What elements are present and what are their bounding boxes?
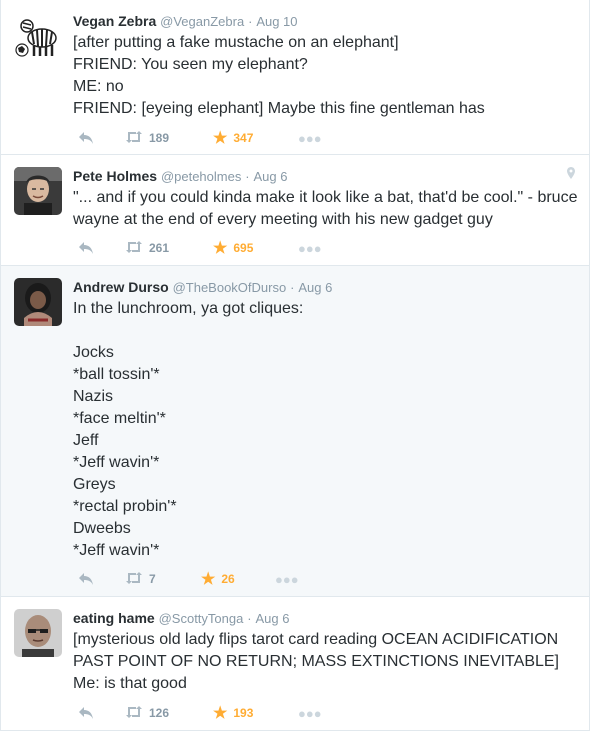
star-icon: ★ xyxy=(213,240,228,257)
reply-icon[interactable] xyxy=(78,569,94,589)
separator: · xyxy=(247,611,252,626)
retweet-count: 126 xyxy=(149,706,170,720)
tweet-header: Andrew Durso @TheBookOfDurso · Aug 6 xyxy=(73,278,579,296)
timestamp[interactable]: Aug 6 xyxy=(298,280,332,295)
separator: · xyxy=(248,14,253,29)
person-avatar[interactable] xyxy=(14,167,62,215)
tweet-text: [mysterious old lady flips tarot card re… xyxy=(73,631,559,692)
more-icon[interactable]: ●●● xyxy=(275,569,299,589)
username[interactable]: @ScottyTonga xyxy=(159,611,244,626)
separator: · xyxy=(290,280,295,295)
separator: · xyxy=(245,169,250,184)
tweet-text: "... and if you could kinda make it look… xyxy=(73,189,582,228)
retweet-icon xyxy=(125,571,143,588)
tweet-header: Pete Holmes @peteholmes · Aug 6 xyxy=(73,167,579,185)
favorite-count: 695 xyxy=(233,241,254,255)
timeline: Vegan Zebra @VeganZebra · Aug 10 [after … xyxy=(0,0,590,731)
tweet[interactable]: Pete Holmes @peteholmes · Aug 6 "... and… xyxy=(1,155,589,266)
tweet[interactable]: eating hame @ScottyTonga · Aug 6 [myster… xyxy=(1,597,589,731)
timestamp[interactable]: Aug 10 xyxy=(256,14,297,29)
person-avatar[interactable] xyxy=(14,278,62,326)
favorite-button[interactable]: ★ 193 xyxy=(213,703,253,723)
fullname[interactable]: eating hame xyxy=(73,610,155,626)
retweet-icon xyxy=(125,705,143,722)
favorite-count: 193 xyxy=(233,706,254,720)
star-icon: ★ xyxy=(213,130,228,147)
retweet-button[interactable]: 126 xyxy=(125,703,169,723)
tweet-header: Vegan Zebra @VeganZebra · Aug 10 xyxy=(73,12,579,30)
retweet-button[interactable]: 7 xyxy=(125,569,156,589)
fullname[interactable]: Vegan Zebra xyxy=(73,13,156,29)
favorite-button[interactable]: ★ 347 xyxy=(213,128,253,148)
username[interactable]: @TheBookOfDurso xyxy=(173,280,287,295)
favorite-button[interactable]: ★ 26 xyxy=(201,569,235,589)
reply-icon[interactable] xyxy=(78,703,94,723)
retweet-count: 189 xyxy=(149,131,170,145)
timestamp[interactable]: Aug 6 xyxy=(253,169,287,184)
zebra-avatar[interactable] xyxy=(14,12,62,60)
retweet-button[interactable]: 189 xyxy=(125,128,169,148)
timestamp[interactable]: Aug 6 xyxy=(255,611,289,626)
person-avatar[interactable] xyxy=(14,609,62,657)
retweet-icon xyxy=(125,240,143,257)
more-icon[interactable]: ●●● xyxy=(298,128,322,148)
retweet-count: 261 xyxy=(149,241,170,255)
favorite-button[interactable]: ★ 695 xyxy=(213,238,253,258)
tweet[interactable]: Andrew Durso @TheBookOfDurso · Aug 6 In … xyxy=(1,266,589,597)
username[interactable]: @VeganZebra xyxy=(160,14,244,29)
tweet-text: In the lunchroom, ya got cliques: Jocks … xyxy=(73,300,304,559)
tweet[interactable]: Vegan Zebra @VeganZebra · Aug 10 [after … xyxy=(1,0,589,155)
reply-icon[interactable] xyxy=(78,128,94,148)
fullname[interactable]: Andrew Durso xyxy=(73,279,169,295)
more-icon[interactable]: ●●● xyxy=(298,238,322,258)
tweet-text: [after putting a fake mustache on an ele… xyxy=(73,34,485,117)
tweet-header: eating hame @ScottyTonga · Aug 6 xyxy=(73,609,579,627)
retweet-count: 7 xyxy=(149,572,156,586)
favorite-count: 347 xyxy=(233,131,254,145)
more-icon[interactable]: ●●● xyxy=(298,703,322,723)
star-icon: ★ xyxy=(213,705,228,722)
retweet-icon xyxy=(125,130,143,147)
retweet-button[interactable]: 261 xyxy=(125,238,169,258)
username[interactable]: @peteholmes xyxy=(161,169,241,184)
reply-icon[interactable] xyxy=(78,238,94,258)
star-icon: ★ xyxy=(201,571,216,588)
fullname[interactable]: Pete Holmes xyxy=(73,168,157,184)
favorite-count: 26 xyxy=(221,572,235,586)
